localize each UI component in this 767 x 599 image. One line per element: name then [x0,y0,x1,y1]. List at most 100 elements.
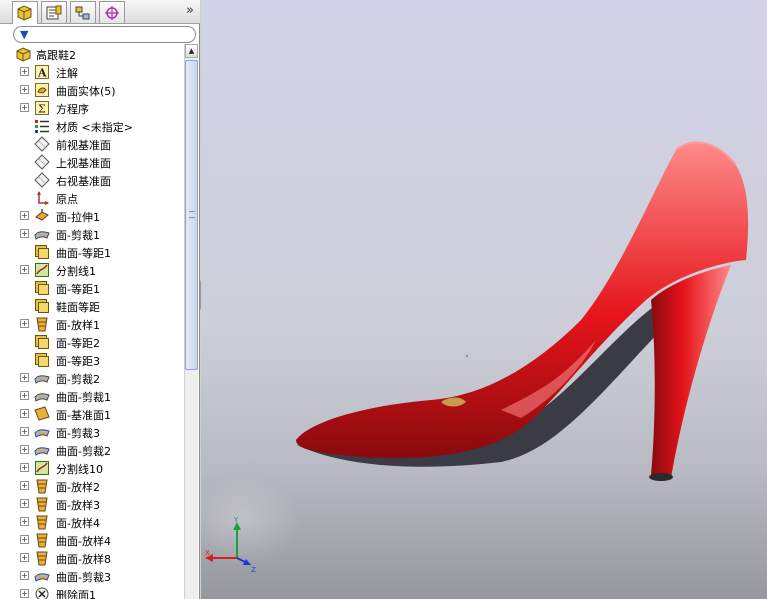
feature-manager-panel: » ▼ 高跟鞋2 + A 注解 + 曲面实体(5) + Σ 方程序材质 <未指定> 前视基准面 上视… [0,0,200,599]
expand-plus-icon[interactable]: + [20,67,29,76]
origin-icon [34,190,50,206]
surface-bodies-icon [34,82,50,98]
expand-plus-icon[interactable]: + [20,499,29,508]
shoe-model[interactable] [201,0,767,599]
tree-item-label: 材质 <未指定> [56,121,133,134]
part-icon [16,46,32,62]
expand-plus-icon[interactable]: + [20,103,29,112]
expand-plus-icon[interactable]: + [20,229,29,238]
tree-item[interactable]: 右视基准面 [0,171,184,189]
tree-item[interactable]: 材质 <未指定> [0,117,184,135]
tree-item[interactable]: + 曲面-放样4 [0,531,184,549]
crosshair-icon [105,5,119,20]
tree-item[interactable]: + 分割线1 [0,261,184,279]
tree-item[interactable]: 鞋面等距 [0,297,184,315]
scrollbar-thumb[interactable] [185,60,198,370]
tree-item-label: 右视基准面 [56,175,111,188]
tree-item[interactable]: 面-等距2 [0,333,184,351]
loft-surface-icon [34,316,50,332]
tree-item[interactable]: 曲面-等距1 [0,243,184,261]
tree-item-label: 面-放样2 [56,481,100,494]
tree-item-label: 面-剪裁3 [56,427,100,440]
expand-plus-icon[interactable]: + [20,571,29,580]
tree-item-label: 面-等距2 [56,337,100,350]
trim-surface-icon [34,424,50,440]
tree-item[interactable]: + 删除面1 [0,585,184,599]
expand-plus-icon[interactable]: + [20,427,29,436]
tree-item[interactable]: 前视基准面 [0,135,184,153]
trim-surface-icon [34,226,50,242]
tab-property-manager[interactable] [41,1,67,23]
extrude-surface-icon [34,208,50,224]
property-manager-icon [46,5,62,19]
loft-surface-icon [34,550,50,566]
tree-item-label: 注解 [56,67,78,80]
expand-plus-icon[interactable]: + [20,589,29,598]
tree-item[interactable]: + 曲面-剪裁3 [0,567,184,585]
svg-text:A: A [37,67,47,80]
graphics-viewport[interactable]: Y X Z [201,0,767,599]
tree-root-label: 高跟鞋2 [36,49,76,62]
tree-scrollbar[interactable]: ▲ [184,44,198,599]
plane-icon [34,136,50,152]
tree-item-label: 曲面-等距1 [56,247,111,260]
tree-item[interactable]: + 曲面-放样8 [0,549,184,567]
tree-item[interactable]: + 面-基准面1 [0,405,184,423]
expand-plus-icon[interactable]: + [20,553,29,562]
expand-plus-icon[interactable]: + [20,517,29,526]
tree-item[interactable]: 原点 [0,189,184,207]
expand-plus-icon[interactable]: + [20,445,29,454]
tree-item[interactable]: + 面-放样1 [0,315,184,333]
tree-item[interactable]: 面-等距3 [0,351,184,369]
expand-panel-button[interactable]: » [186,3,194,18]
expand-plus-icon[interactable]: + [20,265,29,274]
tree-item[interactable]: + 曲面-剪裁2 [0,441,184,459]
filter-input[interactable]: ▼ [13,26,196,43]
tree-root-part[interactable]: 高跟鞋2 [0,45,184,63]
tree-item-label: 鞋面等距 [56,301,100,314]
scroll-up-arrow-icon[interactable]: ▲ [185,44,198,58]
tab-dimxpert-manager[interactable] [99,1,125,23]
tab-feature-manager[interactable] [12,1,38,24]
filter-icon: ▼ [20,28,29,41]
tree-item-label: 面-等距3 [56,355,100,368]
offset-surface-icon [34,298,50,314]
tree-item-label: 原点 [56,193,78,206]
expand-plus-icon[interactable]: + [20,391,29,400]
tree-item[interactable]: + 面-拉伸1 [0,207,184,225]
shoe-heel[interactable] [651,265,731,478]
configuration-manager-icon [75,6,90,19]
tree-item[interactable]: + 面-剪裁2 [0,369,184,387]
reference-triad[interactable]: Y X Z [201,510,271,580]
expand-plus-icon[interactable]: + [20,85,29,94]
tree-item-label: 面-剪裁1 [56,229,100,242]
expand-plus-icon[interactable]: + [20,409,29,418]
tree-item[interactable]: + 面-放样4 [0,513,184,531]
tree-item-label: 删除面1 [56,589,96,599]
material-icon [34,118,50,134]
tree-item[interactable]: 上视基准面 [0,153,184,171]
tree-item[interactable]: + A 注解 [0,63,184,81]
plane-icon [34,172,50,188]
tree-item[interactable]: + 面-放样2 [0,477,184,495]
expand-plus-icon[interactable]: + [20,373,29,382]
expand-plus-icon[interactable]: + [20,481,29,490]
expand-plus-icon[interactable]: + [20,535,29,544]
loft-surface-icon [34,532,50,548]
loft-surface-icon [34,514,50,530]
trim-surface-icon [34,568,50,584]
tree-item[interactable]: 面-等距1 [0,279,184,297]
tree-item[interactable]: + Σ 方程序 [0,99,184,117]
tree-item[interactable]: + 分割线10 [0,459,184,477]
tree-item[interactable]: + 面-剪裁1 [0,225,184,243]
tree-item-label: 面-拉伸1 [56,211,100,224]
tab-configuration-manager[interactable] [70,1,96,23]
split-line-icon [34,262,50,278]
tree-item[interactable]: + 面-放样3 [0,495,184,513]
tree-item[interactable]: + 面-剪裁3 [0,423,184,441]
expand-plus-icon[interactable]: + [20,319,29,328]
tree-item[interactable]: + 曲面-剪裁1 [0,387,184,405]
tree-item[interactable]: + 曲面实体(5) [0,81,184,99]
expand-plus-icon[interactable]: + [20,211,29,220]
expand-plus-icon[interactable]: + [20,463,29,472]
